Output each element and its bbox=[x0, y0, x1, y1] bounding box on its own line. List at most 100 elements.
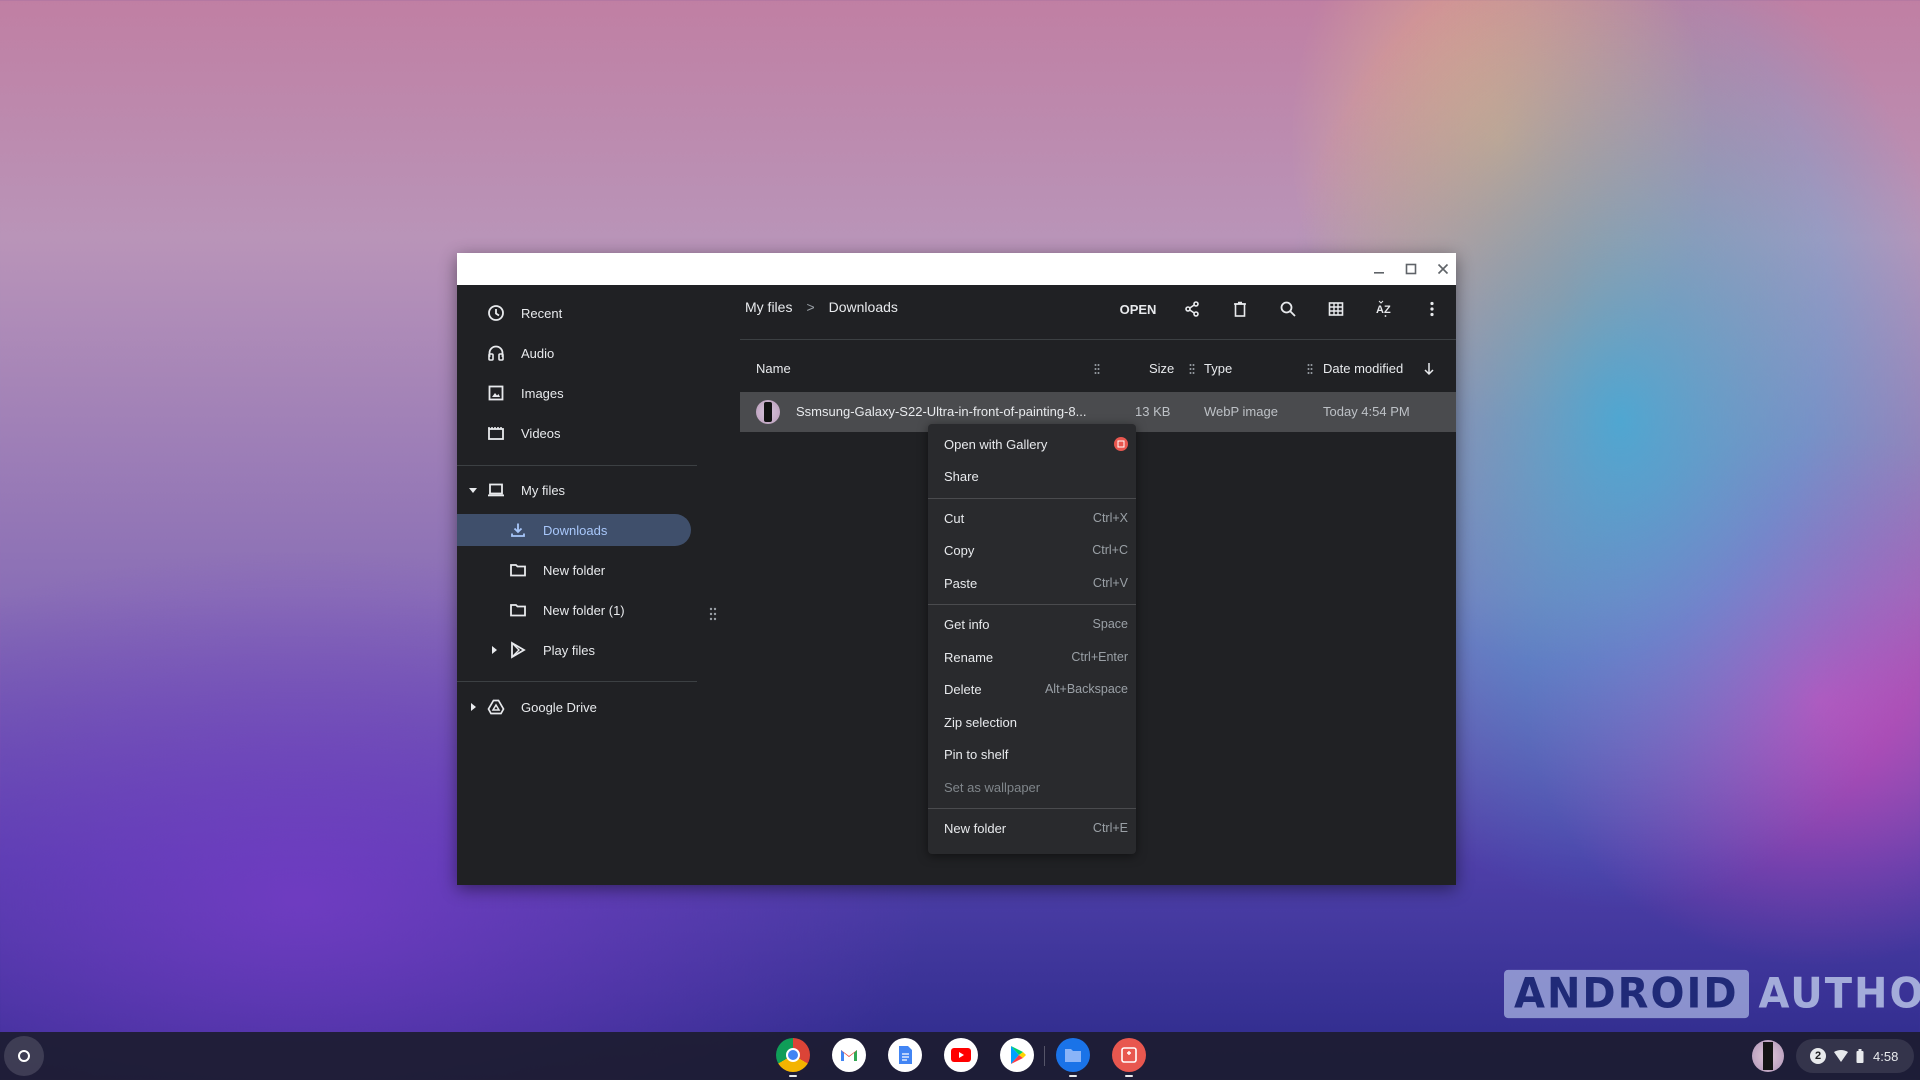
delete-button[interactable] bbox=[1216, 293, 1264, 325]
expand-arrow-icon[interactable] bbox=[471, 703, 476, 711]
sidebar-item-label: New folder bbox=[543, 562, 606, 578]
download-icon bbox=[511, 523, 525, 537]
column-header-type[interactable]: Type bbox=[1204, 361, 1232, 376]
menu-separator bbox=[928, 808, 1136, 809]
column-header-name[interactable]: Name bbox=[756, 361, 791, 376]
menu-item-shortcut: Alt+Backspace bbox=[1044, 682, 1128, 696]
close-icon[interactable] bbox=[1435, 261, 1451, 277]
laptop-icon bbox=[488, 483, 504, 497]
share-icon bbox=[1185, 301, 1199, 317]
sidebar-item-my-files[interactable]: My files bbox=[457, 474, 697, 506]
folder-icon bbox=[510, 604, 526, 617]
share-button[interactable] bbox=[1168, 293, 1216, 325]
status-tray[interactable]: 2 4:58 bbox=[1796, 1039, 1914, 1073]
menu-item-get-info[interactable]: Get info Space bbox=[928, 608, 1136, 640]
maximize-icon[interactable] bbox=[1403, 261, 1419, 277]
holding-space-avatar[interactable] bbox=[1752, 1040, 1784, 1072]
sidebar-item-downloads[interactable]: Downloads bbox=[457, 514, 691, 546]
sidebar-item-label: Google Drive bbox=[521, 699, 597, 715]
running-indicator bbox=[1069, 1075, 1077, 1077]
menu-item-shortcut: Ctrl+V bbox=[1092, 576, 1128, 590]
docs-app-icon[interactable] bbox=[888, 1038, 922, 1072]
clock: 4:58 bbox=[1873, 1048, 1899, 1064]
gallery-app-icon[interactable] bbox=[1112, 1038, 1146, 1077]
shelf: 2 4:58 bbox=[0, 1032, 1920, 1080]
column-header-date[interactable]: Date modified bbox=[1323, 361, 1403, 376]
sidebar-item-label: Audio bbox=[521, 345, 555, 361]
menu-separator bbox=[928, 604, 1136, 605]
more-button[interactable] bbox=[1408, 293, 1456, 325]
chrome-app-icon[interactable] bbox=[776, 1038, 810, 1077]
menu-item-label: Copy bbox=[944, 542, 975, 558]
launcher-button[interactable] bbox=[4, 1036, 44, 1076]
menu-item-share[interactable]: Share bbox=[928, 460, 1136, 492]
menu-item-label: New folder bbox=[944, 820, 1007, 836]
sidebar-item-label: Play files bbox=[543, 642, 596, 658]
sidebar-item-recent[interactable]: Recent bbox=[457, 297, 697, 329]
sidebar-item-play-files[interactable]: Play files bbox=[457, 634, 697, 666]
youtube-app-icon[interactable] bbox=[944, 1038, 978, 1072]
menu-item-open-with-gallery[interactable]: Open with Gallery bbox=[928, 428, 1136, 460]
breadcrumb-my-files[interactable]: My files bbox=[745, 299, 792, 315]
menu-item-label: Paste bbox=[944, 575, 978, 591]
sidebar-item-new-folder[interactable]: New folder bbox=[457, 554, 697, 586]
column-resize-handle[interactable] bbox=[1094, 363, 1100, 375]
menu-item-cut[interactable]: Cut Ctrl+X bbox=[928, 502, 1136, 534]
file-name: Ssmsung-Galaxy-S22-Ultra-in-front-of-pai… bbox=[796, 404, 1087, 419]
menu-item-label: Share bbox=[944, 468, 979, 484]
sidebar-item-audio[interactable]: Audio bbox=[457, 337, 697, 369]
menu-item-delete[interactable]: Delete Alt+Backspace bbox=[928, 673, 1136, 705]
expand-arrow-icon[interactable] bbox=[492, 646, 497, 654]
menu-item-pin-to-shelf[interactable]: Pin to shelf bbox=[928, 738, 1136, 770]
sidebar-item-videos[interactable]: Videos bbox=[457, 417, 697, 449]
sidebar-item-label: Images bbox=[521, 385, 564, 401]
breadcrumb-downloads[interactable]: Downloads bbox=[829, 299, 898, 315]
menu-item-label: Zip selection bbox=[944, 714, 1017, 730]
sidebar-item-google-drive[interactable]: Google Drive bbox=[457, 691, 697, 723]
sidebar-item-label: Videos bbox=[521, 425, 561, 441]
file-size: 13 KB bbox=[1135, 404, 1171, 419]
files-app-icon[interactable] bbox=[1056, 1038, 1090, 1077]
menu-item-label: Rename bbox=[944, 649, 994, 665]
menu-item-label: Set as wallpaper bbox=[944, 779, 1041, 795]
gmail-app-icon[interactable] bbox=[832, 1038, 866, 1072]
menu-item-label: Pin to shelf bbox=[944, 746, 1009, 762]
open-button[interactable]: OPEN bbox=[1108, 302, 1168, 317]
title-bar[interactable] bbox=[457, 253, 1456, 285]
sidebar-item-label: New folder (1) bbox=[543, 602, 625, 618]
sidebar-item-new-folder-1[interactable]: New folder (1) bbox=[457, 594, 697, 626]
sidebar-resize-handle[interactable] bbox=[709, 607, 717, 621]
menu-item-rename[interactable]: Rename Ctrl+Enter bbox=[928, 641, 1136, 673]
context-menu: Open with Gallery Share Cut Ctrl+X Copy … bbox=[928, 424, 1136, 854]
play-store-icon bbox=[511, 641, 526, 659]
grid-view-icon bbox=[1328, 302, 1344, 316]
sidebar-item-images[interactable]: Images bbox=[457, 377, 697, 409]
play-store-app-icon[interactable] bbox=[1000, 1038, 1034, 1072]
running-indicator bbox=[1125, 1075, 1133, 1077]
battery-icon bbox=[1856, 1049, 1864, 1063]
more-vert-icon bbox=[1430, 301, 1434, 317]
menu-item-copy[interactable]: Copy Ctrl+C bbox=[928, 534, 1136, 566]
column-header-size[interactable]: Size bbox=[1149, 361, 1174, 376]
toolbar-divider bbox=[740, 339, 1456, 340]
shelf-separator bbox=[1044, 1046, 1045, 1066]
sort-icon: AZ bbox=[1376, 300, 1391, 317]
menu-item-shortcut: Space bbox=[1092, 617, 1128, 631]
column-resize-handle[interactable] bbox=[1307, 363, 1313, 375]
sort-descending-icon bbox=[1424, 363, 1434, 376]
menu-item-new-folder[interactable]: New folder Ctrl+E bbox=[928, 812, 1136, 844]
minimize-icon[interactable] bbox=[1371, 261, 1387, 277]
sidebar-item-label: Downloads bbox=[543, 522, 608, 538]
image-icon bbox=[488, 385, 504, 401]
sort-button[interactable]: AZ bbox=[1360, 293, 1408, 325]
grid-view-button[interactable] bbox=[1312, 293, 1360, 325]
column-resize-handle[interactable] bbox=[1189, 363, 1195, 375]
notification-count-badge: 2 bbox=[1810, 1048, 1826, 1064]
watermark-android: ANDROID bbox=[1504, 969, 1749, 1019]
menu-item-paste[interactable]: Paste Ctrl+V bbox=[928, 567, 1136, 599]
menu-item-zip-selection[interactable]: Zip selection bbox=[928, 706, 1136, 738]
clock-icon bbox=[488, 305, 504, 321]
sidebar: Recent Audio Images Videos My files Down… bbox=[457, 285, 717, 885]
search-button[interactable] bbox=[1264, 293, 1312, 325]
collapse-arrow-icon[interactable] bbox=[469, 487, 477, 493]
